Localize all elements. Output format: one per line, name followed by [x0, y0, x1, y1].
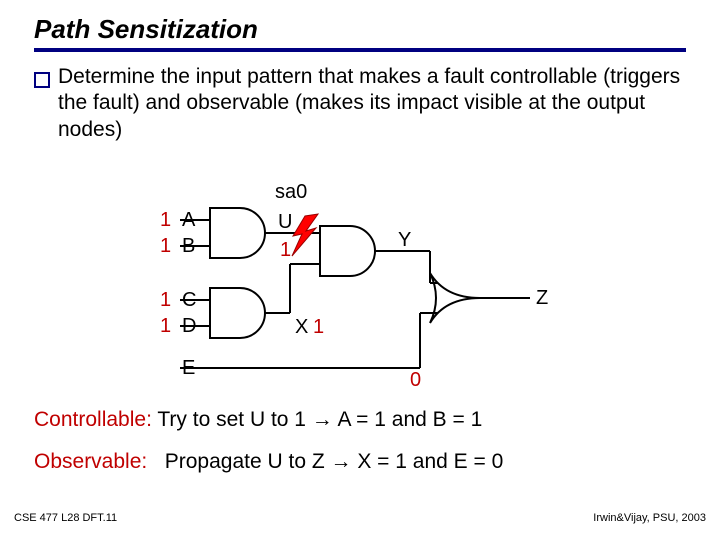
circuit-diagram: sa0 1 A 1 B 1 C 1 D E U 1 X 1 Y Z 0	[120, 178, 580, 388]
signal-Z-label: Z	[536, 287, 548, 309]
signal-E-value: 0	[410, 369, 421, 388]
input-D-label: D	[182, 315, 196, 337]
observable-label: Observable:	[34, 450, 147, 473]
input-B-value: 1	[160, 235, 171, 257]
input-E-label: E	[182, 357, 195, 379]
input-B-label: B	[182, 235, 195, 257]
observable-line: Observable: Propagate U to Z → X = 1 and…	[34, 450, 503, 474]
signal-X-value: 1	[313, 316, 324, 338]
fault-label: sa0	[275, 181, 307, 203]
observable-text: Propagate U to Z → X = 1 and E = 0	[165, 450, 504, 473]
input-D-value: 1	[160, 315, 171, 337]
footer-right: Irwin&Vijay, PSU, 2003	[593, 512, 706, 524]
input-A-value: 1	[160, 209, 171, 231]
slide-title: Path Sensitization	[34, 14, 258, 45]
input-C-value: 1	[160, 289, 171, 311]
controllable-text: Try to set U to 1 → A = 1 and B = 1	[157, 408, 482, 431]
signal-Y-label: Y	[398, 229, 411, 251]
signal-U-label: U	[278, 211, 292, 233]
bullet-icon	[34, 72, 50, 88]
controllable-line: Controllable: Try to set U to 1 → A = 1 …	[34, 408, 482, 432]
input-C-label: C	[182, 289, 196, 311]
body-text: Determine the input pattern that makes a…	[58, 64, 686, 143]
input-A-label: A	[182, 209, 196, 231]
signal-X-label: X	[295, 316, 308, 338]
or-gate-Z	[180, 251, 530, 368]
signal-U-value: 1	[280, 239, 291, 261]
footer-left: CSE 477 L28 DFT.11	[14, 512, 117, 524]
controllable-label: Controllable:	[34, 408, 152, 431]
fault-marker-icon	[292, 214, 318, 256]
and-gate-X	[180, 288, 290, 338]
title-rule	[34, 48, 686, 52]
